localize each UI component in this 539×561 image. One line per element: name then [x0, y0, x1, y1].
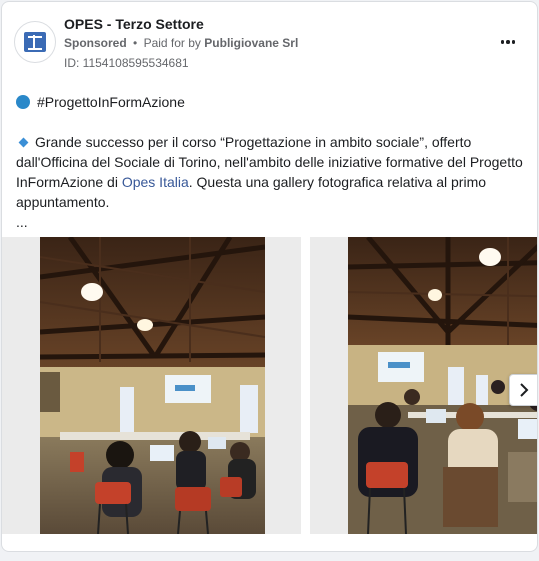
- chevron-right-icon: [520, 383, 529, 397]
- page-avatar[interactable]: [14, 21, 56, 63]
- hashtag-link[interactable]: #ProgettoInFormAzione: [37, 92, 185, 112]
- more-options-button[interactable]: [496, 32, 520, 52]
- sponsored-label: Sponsored: [64, 36, 127, 50]
- see-more-ellipsis[interactable]: ...: [16, 212, 526, 232]
- small-blue-diamond-icon: [18, 137, 29, 148]
- image-carousel[interactable]: [2, 237, 537, 534]
- carousel-slide-1[interactable]: [2, 237, 301, 534]
- page-name[interactable]: OPES - Terzo Settore: [64, 16, 204, 32]
- hashtag-line: #ProgettoInFormAzione: [16, 92, 526, 112]
- classroom-photo-1[interactable]: [40, 237, 265, 534]
- blue-circle-icon: [16, 95, 30, 109]
- ad-card: OPES - Terzo Settore Sponsored • Paid fo…: [1, 1, 538, 552]
- carousel-slide-2[interactable]: [310, 237, 537, 534]
- paid-for-prefix: Paid for by: [143, 36, 201, 50]
- sponsor-line: Sponsored • Paid for by Publigiovane Srl: [64, 36, 298, 50]
- carousel-next-button[interactable]: [509, 374, 537, 406]
- separator-dot: •: [133, 36, 138, 50]
- post-body: #ProgettoInFormAzione Grande successo pe…: [16, 92, 526, 232]
- opes-italia-link[interactable]: Opes Italia: [122, 174, 189, 190]
- ad-id: ID: 1154108595534681: [64, 56, 189, 70]
- more-horizontal-icon: [500, 40, 516, 44]
- payer-name: Publigiovane Srl: [204, 36, 299, 50]
- post-paragraph: Grande successo per il corso “Progettazi…: [16, 132, 526, 232]
- opes-logo-icon: [24, 32, 46, 52]
